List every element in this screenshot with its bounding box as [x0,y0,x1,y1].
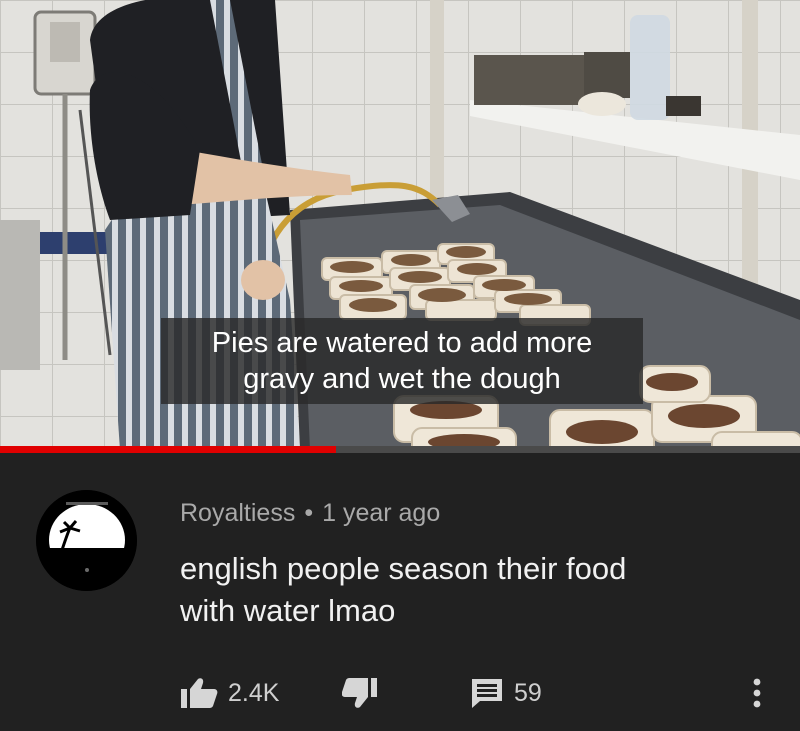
comment-text-line-2: with water lmao [180,593,396,628]
comment-text-line-1: english people season their food [180,551,627,586]
meta-separator: • [304,499,314,527]
comment-text: english people season their food with wa… [180,548,760,632]
like-button[interactable]: 2.4K [180,671,279,715]
video-frame[interactable]: Pies are watered to add more gravy and w… [0,0,800,450]
like-count: 2.4K [228,678,280,707]
reply-button[interactable]: 59 [470,671,542,715]
caption-line-2: gravy and wet the dough [243,363,561,395]
video-caption: Pies are watered to add more gravy and w… [161,318,643,404]
comment-author[interactable]: Royaltiess [180,499,295,527]
more-options-button[interactable] [750,671,764,715]
more-options-icon [750,676,764,710]
comment-actions: 2.4K 59 [0,671,800,715]
dislike-button[interactable] [342,671,378,715]
comment-meta: Royaltiess • 1 year ago [180,499,440,528]
reply-icon [470,677,504,709]
comment-time[interactable]: 1 year ago [322,499,440,527]
reply-count: 59 [514,678,542,707]
progress-fill [0,446,336,453]
avatar[interactable] [36,490,137,591]
video-progress-bar[interactable] [0,446,800,453]
caption-line-1: Pies are watered to add more [211,327,593,359]
thumbs-down-icon [342,677,378,709]
thumbs-up-icon [180,677,218,709]
comment: Royaltiess • 1 year ago english people sea… [0,453,800,731]
avatar-image [36,490,137,591]
